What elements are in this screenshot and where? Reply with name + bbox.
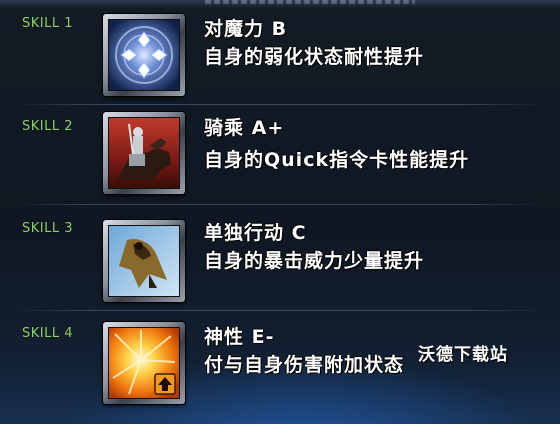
skill-name: 对魔力 B [204, 18, 288, 40]
skill-label: SKILL 2 [22, 119, 73, 134]
skill-description: 付与自身伤害附加状态 [204, 354, 405, 376]
skill-label: SKILL 3 [22, 221, 73, 236]
skill-label: SKILL 1 [22, 16, 73, 31]
skill-description: 自身的弱化状态耐性提升 [204, 46, 425, 68]
skill-name: 单独行动 C [204, 222, 307, 244]
divinity-burst-up-arrow-icon [108, 327, 180, 399]
skill-icon-frame[interactable] [103, 322, 185, 404]
row-divider [14, 204, 544, 205]
watermark: 沃德下载站 [418, 345, 508, 365]
skill-label: SKILL 4 [22, 326, 73, 341]
row-divider [14, 310, 544, 311]
skill-icon-frame[interactable] [103, 220, 185, 302]
skill-name: 神性 E- [204, 326, 275, 348]
row-divider [14, 104, 544, 105]
skill-row-1: SKILL 1 对魔力 B 自身的弱化状态耐性提升 [0, 8, 560, 112]
cropped-header-text [205, 0, 415, 4]
skill-row-2: SKILL 2 骑乘 A+ 自身的Quick指令卡性能提升 [0, 110, 560, 214]
skill-row-3: SKILL 3 单独行动 C 自身的暴击威力少量提升 [0, 212, 560, 316]
top-header-strip [0, 0, 560, 8]
riding-knight-icon [108, 117, 180, 189]
skill-description: 自身的Quick指令卡性能提升 [204, 149, 470, 171]
skill-list-panel: SKILL 1 对魔力 B 自身的弱化状态耐性提升 SKILL 2 骑乘 A+ … [0, 0, 560, 424]
skill-description: 自身的暴击威力少量提升 [204, 250, 425, 272]
skill-name: 骑乘 A+ [204, 117, 285, 139]
skill-icon-frame[interactable] [103, 112, 185, 194]
skill-icon-frame[interactable] [103, 14, 185, 96]
cloaked-runner-icon [108, 225, 180, 297]
skill-row-4: SKILL 4 神性 E- 付与自身伤害附加状态 [0, 318, 560, 422]
magic-resistance-rune-icon [108, 19, 180, 91]
